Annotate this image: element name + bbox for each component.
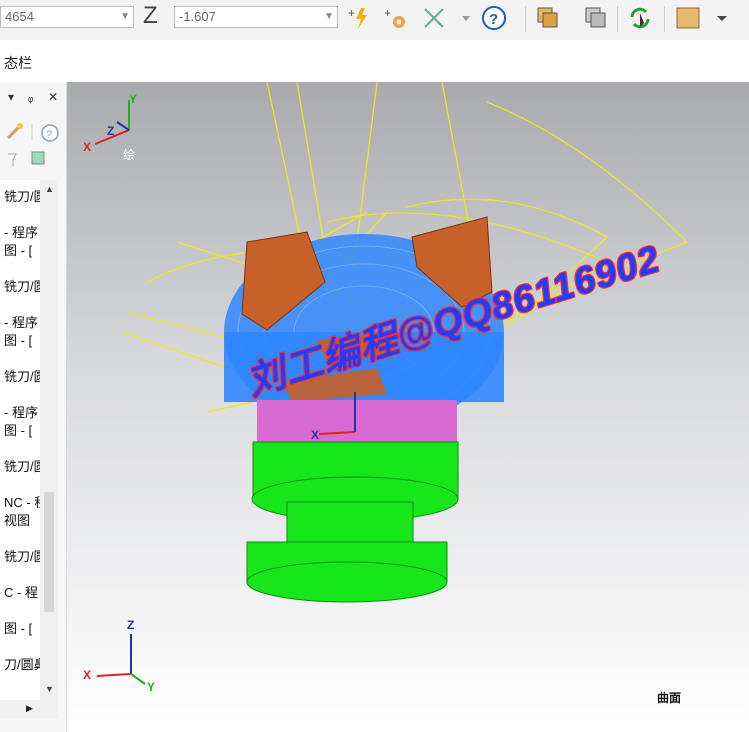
triad-bottom-z-label: Z: [127, 618, 135, 632]
svg-text:?: ?: [46, 129, 52, 141]
toolbar-separator: [664, 6, 665, 32]
color-swatch-icon[interactable]: [674, 4, 702, 32]
scroll-down-icon[interactable]: ▼: [45, 684, 54, 694]
toolbar-separator: [617, 6, 618, 32]
tree-scrollbar[interactable]: ▲ ▼: [40, 180, 58, 700]
status-bar-label: 态栏: [4, 55, 32, 71]
triad-top-extra-label: 绘: [123, 148, 136, 162]
help-icon[interactable]: ?: [480, 4, 508, 32]
tree-horizontal-scrollbar[interactable]: ▶: [0, 700, 58, 718]
green-base: [246, 441, 459, 603]
tree-item[interactable]: 铣刀/圆: [4, 456, 40, 475]
triad-mid-x-label: X: [311, 428, 320, 442]
tree-item[interactable]: NC - 程: [4, 492, 40, 511]
filter-icon: [8, 153, 17, 166]
wand-icon: [6, 123, 23, 140]
triad-top-x-label: X: [83, 140, 92, 154]
pin-icon[interactable]: ᵩ: [28, 90, 33, 104]
tree-item[interactable]: - 程序: [4, 312, 38, 331]
svg-text:+: +: [348, 6, 355, 20]
chevron-down-icon[interactable]: [708, 4, 736, 32]
triad-bottom-x-label: X: [83, 668, 92, 682]
model-view: [94, 82, 689, 685]
scrollbar-thumb[interactable]: [44, 492, 54, 612]
operations-panel: ▾ ᵩ ✕ ? 铣刀/圆 - 程序 图 - [ 铣刀/圆 - 程序 图 - [ …: [0, 82, 67, 732]
graphics-viewport[interactable]: Y X Z 绘 X Z X Y 刘工编程@QQ86116902 曲面: [67, 82, 749, 724]
triad-bottom: [96, 634, 146, 685]
chevron-down-icon[interactable]: [452, 4, 480, 32]
add-gear-icon[interactable]: +: [382, 4, 410, 32]
scroll-right-icon[interactable]: ▶: [26, 703, 33, 714]
tree-item[interactable]: 铣刀/圆: [4, 546, 40, 565]
tree-item[interactable]: 铣刀/圆: [4, 276, 40, 295]
toolbar-separator: [525, 6, 526, 32]
tree-item[interactable]: 铣刀/圆: [4, 366, 40, 385]
add-lightning-icon[interactable]: +: [346, 4, 374, 32]
help-icon: ?: [41, 124, 59, 142]
chevron-down-icon[interactable]: ▼: [120, 7, 130, 27]
svg-text:+: +: [384, 6, 391, 20]
chevron-down-icon[interactable]: ▾: [8, 90, 14, 104]
tree-item[interactable]: 图 - [: [4, 330, 32, 349]
tree-item[interactable]: 图 - [: [4, 618, 32, 637]
scroll-up-icon[interactable]: ▲: [45, 184, 54, 194]
z-depth-value: -1.607: [179, 9, 216, 24]
refresh-select-icon[interactable]: [626, 4, 654, 32]
z-depth-field[interactable]: -1.607 ▼: [174, 6, 338, 28]
top-toolbar: 4654 ▼ Z -1.607 ▼ + + ?: [0, 0, 749, 41]
coordinate-value: 4654: [5, 9, 34, 24]
operations-tree: 铣刀/圆 - 程序 图 - [ 铣刀/圆 - 程序 图 - [ 铣刀/圆 - 程…: [0, 180, 40, 700]
layer-select-icon[interactable]: [534, 4, 562, 32]
surface-label: 曲面: [657, 691, 682, 705]
panel-toolbar: ?: [0, 120, 66, 170]
chevron-down-icon[interactable]: ▼: [324, 7, 334, 27]
tree-item[interactable]: 铣刀/圆: [4, 186, 40, 205]
coordinate-field[interactable]: 4654 ▼: [0, 6, 134, 28]
cross-arrows-icon[interactable]: [420, 4, 448, 32]
layer-copy-icon[interactable]: [582, 4, 610, 32]
triad-top-z-label: Z: [107, 124, 115, 138]
z-label: Z: [143, 2, 158, 29]
tree-item[interactable]: 视图: [4, 510, 30, 529]
tree-item[interactable]: 刀/圆鼻: [4, 654, 40, 673]
triad-bottom-y-label: Y: [147, 680, 156, 694]
tree-item[interactable]: 图 - [: [4, 420, 32, 439]
tree-item[interactable]: 图 - [: [4, 240, 32, 259]
tree-item[interactable]: - 程序: [4, 402, 38, 421]
svg-text:?: ?: [489, 11, 498, 28]
tree-item[interactable]: - 程序: [4, 222, 38, 241]
toolpath-icon: [31, 151, 45, 165]
close-icon[interactable]: ✕: [48, 90, 58, 104]
panel-header: ▾ ᵩ ✕: [0, 90, 66, 110]
status-bar: 态栏: [0, 40, 749, 82]
triad-top-y-label: Y: [129, 92, 138, 106]
tree-item[interactable]: C - 程: [4, 582, 38, 601]
